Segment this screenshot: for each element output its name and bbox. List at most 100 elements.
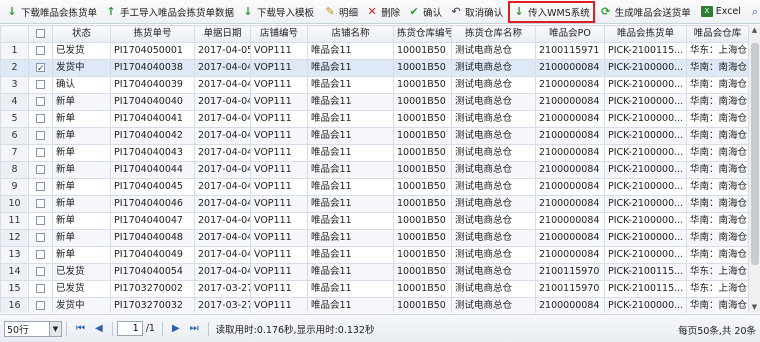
row-checkbox[interactable] (36, 250, 45, 259)
scroll-up-arrow-icon[interactable]: ▲ (749, 25, 760, 36)
table-row[interactable]: 8 新单 PI1704040044 2017-04-04 VOP111 唯品会11 1000… (0, 161, 748, 179)
table-row[interactable]: 5 新单 PI1704040041 2017-04-04 VOP111 唯品会11 1000… (0, 110, 748, 128)
page-number-input[interactable] (116, 321, 143, 336)
row-checkbox[interactable] (36, 114, 45, 123)
table-cell: VOP111 (250, 161, 308, 179)
column-header[interactable]: 状态 (52, 25, 111, 43)
table-cell: 唯品会11 (307, 297, 394, 313)
column-header[interactable]: 单据日期 (194, 25, 251, 43)
row-checkbox[interactable] (36, 131, 45, 140)
table-row[interactable]: 6 新单 PI1704040042 2017-04-04 VOP111 唯品会11 1000… (0, 127, 748, 145)
table-cell: 华南：南海仓 (686, 110, 748, 128)
scroll-down-arrow-icon[interactable]: ▼ (749, 302, 760, 313)
download-template-button[interactable]: ↓ 下载导入模板 (238, 2, 318, 22)
table-cell: 唯品会11 (307, 59, 394, 77)
row-checkbox-cell[interactable] (28, 178, 53, 196)
column-header[interactable]: 拣货单号 (110, 25, 195, 43)
page-size-select[interactable]: 50行 ▼ (4, 320, 62, 337)
row-checkbox[interactable] (36, 80, 45, 89)
row-checkbox-cell[interactable] (28, 246, 53, 264)
table-row[interactable]: 16 发货中 PI1703270032 2017-03-27 VOP111 唯品会11 10… (0, 297, 748, 313)
up-arrow-icon: ↑ (106, 4, 116, 18)
row-checkbox-cell[interactable] (28, 42, 53, 60)
table-cell: PICK-2100000... (604, 93, 687, 111)
next-page-icon[interactable]: ▶ (172, 323, 180, 334)
row-checkbox-cell[interactable] (28, 144, 53, 162)
table-cell: VOP111 (250, 246, 308, 264)
prev-page-icon[interactable]: ◀ (95, 323, 103, 334)
row-checkbox[interactable] (36, 165, 45, 174)
delete-button[interactable]: ✕ 删除 (362, 2, 404, 22)
row-checkbox-cell[interactable] (28, 280, 53, 298)
table-cell: 唯品会11 (307, 144, 394, 162)
generate-delivery-note-button[interactable]: ⟳ 生成唯品会送货单 (596, 2, 695, 22)
row-checkbox-cell[interactable] (28, 195, 53, 213)
row-checkbox-cell[interactable] (28, 161, 53, 179)
table-row[interactable]: 1 已发货 PI1704050001 2017-04-05 VOP111 唯品会11 100… (0, 42, 748, 60)
table-row[interactable]: 11 新单 PI1704040047 2017-04-04 VOP111 唯品会11 100… (0, 212, 748, 230)
table-cell: 唯品会11 (307, 263, 394, 281)
table-row[interactable]: 15 已发货 PI1703270002 2017-03-27 VOP111 唯品会11 10… (0, 280, 748, 298)
column-header[interactable]: 拣货仓库名称 (451, 25, 536, 43)
details-button[interactable]: ✎ 明细 (320, 2, 362, 22)
confirm-button[interactable]: ✔ 确认 (404, 2, 446, 22)
row-checkbox[interactable] (36, 97, 45, 106)
row-checkbox-cell[interactable] (28, 127, 53, 145)
table-cell: 10001B50 (393, 212, 452, 230)
table-row[interactable]: 14 已发货 PI1704040054 2017-04-04 VOP111 唯品会11 10… (0, 263, 748, 281)
table-cell: 新单 (52, 212, 111, 230)
row-checkbox[interactable] (36, 267, 45, 276)
column-header[interactable]: 拣货仓库编号 (393, 25, 452, 43)
column-header[interactable]: 唯品会仓库 (686, 25, 748, 43)
table-row[interactable]: 4 新单 PI1704040040 2017-04-04 VOP111 唯品会11 1000… (0, 93, 748, 111)
table-row[interactable]: 12 新单 PI1704040048 2017-04-04 VOP111 唯品会11 100… (0, 229, 748, 247)
row-checkbox[interactable] (36, 46, 45, 55)
table-row[interactable]: 3 确认 PI1704040039 2017-04-04 VOP111 唯品会11 1000… (0, 76, 748, 94)
table-row[interactable]: 13 新单 PI1704040049 2017-04-04 VOP111 唯品会11 100… (0, 246, 748, 264)
table-row[interactable]: 10 新单 PI1704040046 2017-04-04 VOP111 唯品会11 100… (0, 195, 748, 213)
column-header[interactable]: 店铺名称 (307, 25, 394, 43)
row-checkbox[interactable] (36, 301, 45, 310)
column-header[interactable]: 唯品会PO (535, 25, 605, 43)
chevron-down-icon[interactable]: ▼ (49, 321, 61, 336)
row-checkbox-cell[interactable] (28, 263, 53, 281)
row-checkbox[interactable] (36, 216, 45, 225)
row-checkbox[interactable] (36, 148, 45, 157)
row-number: 8 (0, 161, 29, 179)
table-row[interactable]: 2 发货中PI17040400382017-04-04VOP111唯品会11100… (0, 59, 748, 77)
excel-export-button[interactable]: X Excel (697, 2, 745, 22)
row-checkbox-cell[interactable] (28, 212, 53, 230)
table-cell: 10001B50 (393, 144, 452, 162)
row-checkbox-cell[interactable] (28, 110, 53, 128)
toolbar-label: Excel (715, 6, 741, 17)
manual-import-button[interactable]: ↑ 手工导入唯品会拣货单数据 (101, 2, 238, 22)
row-checkbox[interactable] (36, 61, 45, 76)
row-checkbox-cell[interactable] (28, 93, 53, 111)
row-checkbox-cell[interactable] (28, 297, 53, 313)
vertical-scrollbar[interactable]: ▲ ▼ (748, 25, 760, 313)
table-row[interactable]: 9 新单 PI1704040045 2017-04-04 VOP111 唯品会11 1000… (0, 178, 748, 196)
send-to-wms-button[interactable]: ↓ 传入WMS系统 (508, 0, 595, 23)
scrollbar-thumb[interactable] (751, 43, 759, 265)
table-cell: 2100000084 (535, 93, 605, 111)
table-cell: PI1704050001 (110, 42, 195, 60)
row-checkbox[interactable] (36, 182, 45, 191)
column-header[interactable]: 唯品会拣货单 (604, 25, 687, 43)
row-checkbox-cell[interactable] (28, 59, 53, 77)
select-all-checkbox[interactable] (36, 29, 45, 38)
download-vip-pick-list-button[interactable]: ↓ 下载唯品会拣货单 (2, 2, 101, 22)
table-row[interactable]: 7 新单 PI1704040043 2017-04-04 VOP111 唯品会11 1000… (0, 144, 748, 162)
last-page-icon[interactable]: ⏭ (190, 323, 199, 334)
cancel-confirm-button[interactable]: ↶ 取消确认 (446, 2, 507, 22)
row-checkbox-cell[interactable] (28, 76, 53, 94)
select-all-header[interactable] (28, 25, 53, 43)
row-checkbox[interactable] (36, 199, 45, 208)
page-size-value: 50行 (7, 324, 29, 336)
column-header[interactable]: 店铺编号 (250, 25, 308, 43)
pager-divider (207, 321, 209, 336)
row-checkbox[interactable] (36, 284, 45, 293)
row-checkbox-cell[interactable] (28, 229, 53, 247)
row-checkbox[interactable] (36, 233, 45, 242)
search-button[interactable]: ⌕ 查询 (745, 2, 760, 22)
first-page-icon[interactable]: ⏮ (76, 323, 85, 334)
